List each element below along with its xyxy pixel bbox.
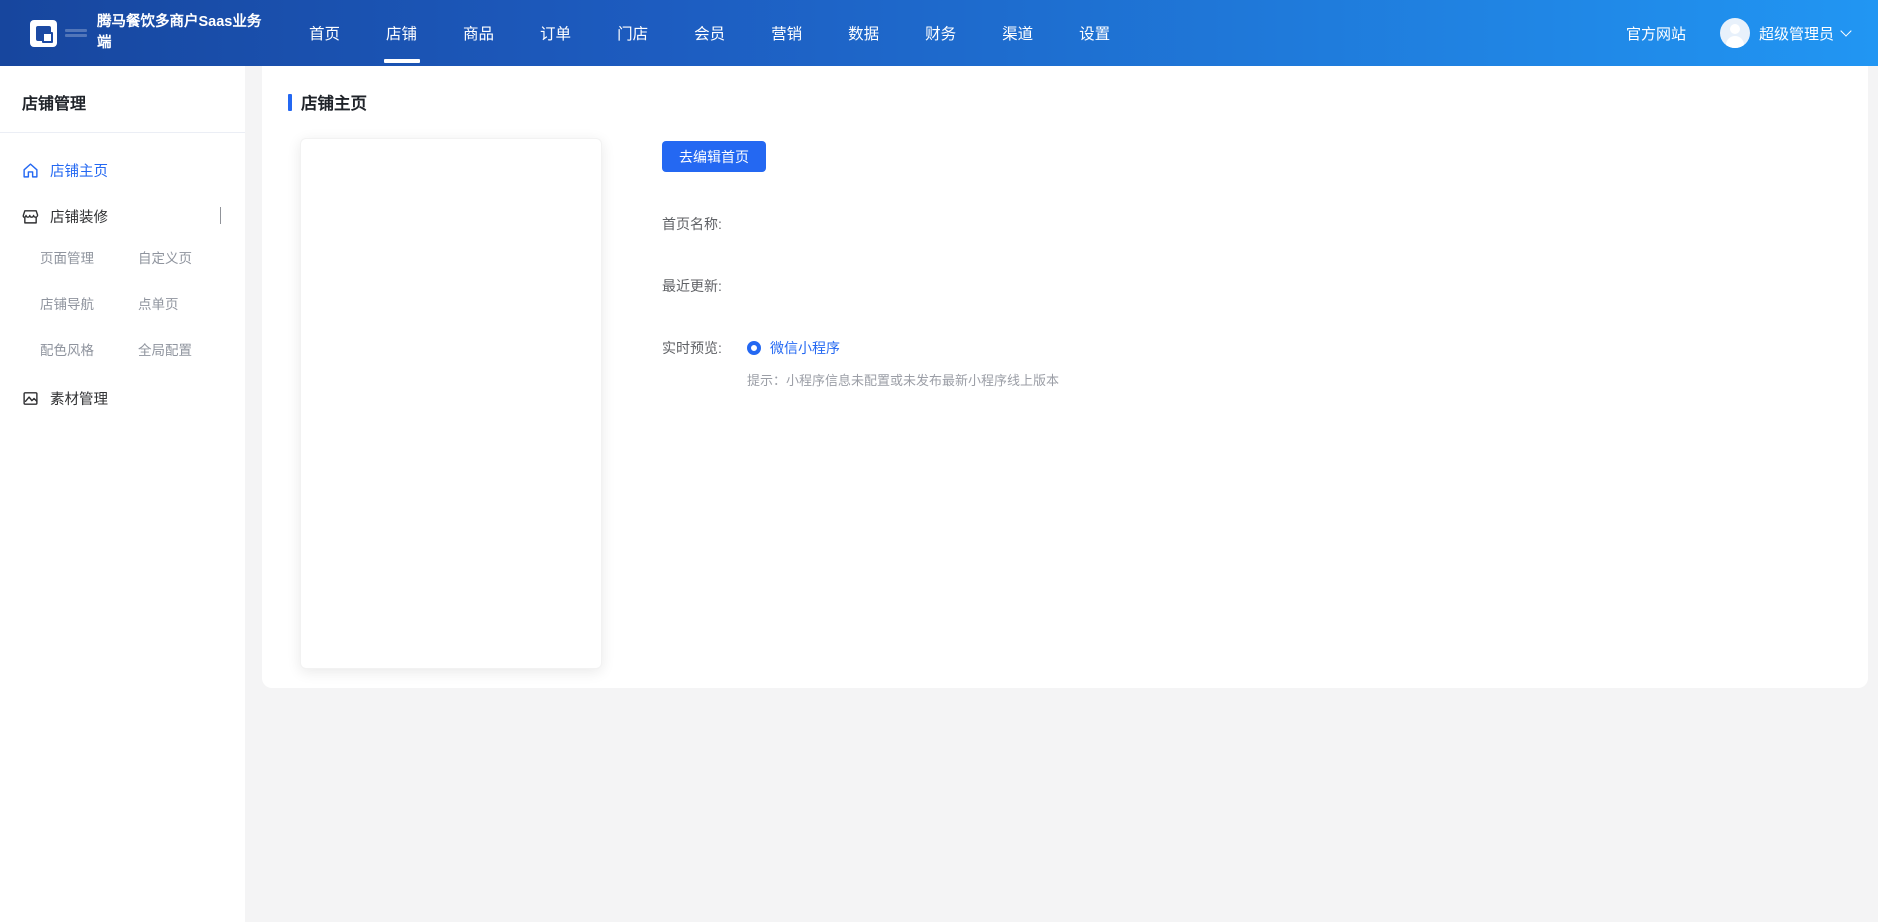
field-label: 最近更新: <box>662 276 734 296</box>
submenu-item-order-page[interactable]: 点单页 <box>138 293 245 313</box>
image-icon <box>22 390 39 407</box>
header-right: 官方网站 超级管理员 <box>1626 18 1850 48</box>
nav-item-members[interactable]: 会员 <box>671 0 748 66</box>
chevron-down-icon <box>1840 25 1851 36</box>
submenu-item-color-style[interactable]: 配色风格 <box>40 339 138 359</box>
nav-item-home[interactable]: 首页 <box>286 0 363 66</box>
storefront-icon <box>22 208 39 225</box>
sidebar-item-label: 店铺主页 <box>50 160 108 181</box>
section-title-text: 店铺主页 <box>301 90 367 114</box>
nav-item-finance[interactable]: 财务 <box>902 0 979 66</box>
submenu-item-custom-page[interactable]: 自定义页 <box>138 247 245 267</box>
user-name: 超级管理员 <box>1759 23 1834 44</box>
shop-decoration-submenu: 页面管理 自定义页 店铺导航 点单页 配色风格 全局配置 <box>0 239 245 369</box>
shop-home-card: 店铺主页 去编辑首页 首页名称: 最近更新: 实时预览: <box>262 66 1868 688</box>
sidebar-item-label: 店铺装修 <box>50 206 108 227</box>
submenu-item-shop-navigation[interactable]: 店铺导航 <box>40 293 138 313</box>
nav-item-channels[interactable]: 渠道 <box>979 0 1056 66</box>
field-label: 实时预览: <box>662 338 734 358</box>
field-last-update: 最近更新: <box>662 276 1059 296</box>
edit-homepage-button[interactable]: 去编辑首页 <box>662 141 766 172</box>
nav-item-settings[interactable]: 设置 <box>1056 0 1133 66</box>
user-menu[interactable]: 超级管理员 <box>1720 18 1850 48</box>
wechat-miniprogram-link[interactable]: 微信小程序 <box>770 338 840 358</box>
radio-selected-icon[interactable] <box>747 341 761 355</box>
submenu-item-page-management[interactable]: 页面管理 <box>40 247 138 267</box>
nav-item-data[interactable]: 数据 <box>825 0 902 66</box>
home-icon <box>22 162 39 179</box>
divider <box>0 132 245 133</box>
brand-title: 腾马餐饮多商户Saas业务端 <box>97 12 265 54</box>
nav-item-shop[interactable]: 店铺 <box>363 0 440 66</box>
field-live-preview: 实时预览: 微信小程序 <box>662 338 1059 358</box>
submenu-item-global-config[interactable]: 全局配置 <box>138 339 245 359</box>
app-logo-icon <box>30 20 57 47</box>
field-label: 首页名称: <box>662 214 734 234</box>
sidebar: 店铺管理 店铺主页 店铺装修 页面管理 自定义页 店铺导航 <box>0 66 245 922</box>
chevron-up-icon[interactable] <box>220 208 221 224</box>
main-area: 店铺主页 去编辑首页 首页名称: 最近更新: 实时预览: <box>245 66 1878 922</box>
top-nav: 首页 店铺 商品 订单 门店 会员 营销 数据 财务 渠道 设置 <box>286 0 1133 66</box>
homepage-info: 去编辑首页 首页名称: 最近更新: 实时预览: 微信小程序 <box>662 138 1059 669</box>
section-title: 店铺主页 <box>288 90 1842 114</box>
brand: 腾马餐饮多商户Saas业务端 <box>30 12 280 54</box>
sidebar-item-label: 素材管理 <box>50 388 108 409</box>
preview-tip: 提示：小程序信息未配置或未发布最新小程序线上版本 <box>747 370 1059 389</box>
nav-item-goods[interactable]: 商品 <box>440 0 517 66</box>
sidebar-item-shop-decoration[interactable]: 店铺装修 <box>0 193 245 239</box>
user-avatar <box>1720 18 1750 48</box>
title-accent-bar <box>288 94 292 111</box>
nav-item-orders[interactable]: 订单 <box>517 0 594 66</box>
top-header: 腾马餐饮多商户Saas业务端 首页 店铺 商品 订单 门店 会员 营销 数据 财… <box>0 0 1878 66</box>
wechat-miniprogram-option[interactable]: 微信小程序 <box>747 338 840 358</box>
field-home-name: 首页名称: <box>662 214 1059 234</box>
nav-item-stores[interactable]: 门店 <box>594 0 671 66</box>
official-website-link[interactable]: 官方网站 <box>1626 23 1686 44</box>
sidebar-title: 店铺管理 <box>0 90 245 132</box>
sidebar-item-shop-home[interactable]: 店铺主页 <box>0 147 245 193</box>
sidebar-item-material-management[interactable]: 素材管理 <box>0 375 245 421</box>
logo-watermark <box>65 29 87 37</box>
homepage-preview-panel <box>300 138 602 669</box>
nav-item-marketing[interactable]: 营销 <box>748 0 825 66</box>
